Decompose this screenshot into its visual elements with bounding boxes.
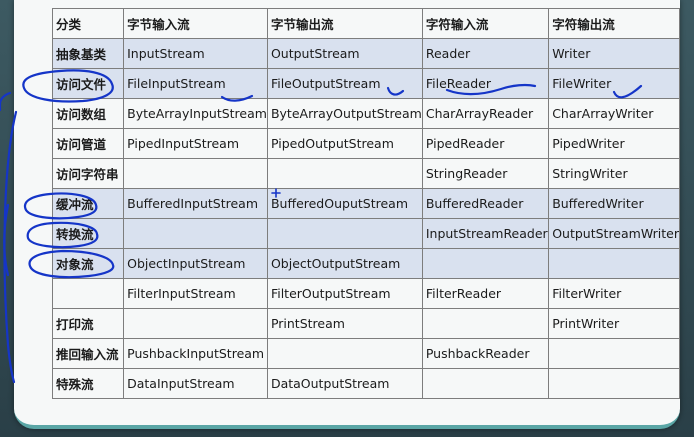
cell-char-input: Reader [421, 38, 550, 69]
cell-char-input: StringReader [421, 158, 550, 189]
cell-category: 访问管道 [51, 128, 125, 159]
cell-byte-output: PipedOutputStream [266, 128, 423, 159]
header-char-output: 字符输出流 [548, 8, 680, 39]
header-category: 分类 [51, 8, 125, 39]
cell-char-input [421, 368, 550, 399]
table-row: 访问数组 ByteArrayInputStream ByteArrayOutputS… [51, 98, 680, 129]
cell-category [51, 278, 125, 309]
cell-byte-output: ObjectOutputStream [266, 248, 423, 279]
cell-char-output: Writer [548, 38, 680, 69]
cell-char-output: StringWriter [548, 158, 680, 189]
cell-category: 转换流 [51, 218, 125, 249]
cell-byte-input [123, 158, 268, 189]
cell-byte-output: FileOutputStream [266, 68, 423, 99]
header-char-input: 字符输入流 [421, 8, 550, 39]
cell-byte-input: InputStream [123, 38, 268, 69]
cell-char-input: CharArrayReader [421, 98, 550, 129]
cell-char-input: PushbackReader [421, 338, 550, 369]
cell-byte-output: ByteArrayOutputStream [266, 98, 423, 129]
cell-char-output [548, 248, 680, 279]
table-row: 缓冲流 BufferedInputStream BufferedOuputStrea… [51, 188, 680, 219]
cell-category: 打印流 [51, 308, 125, 339]
cell-category: 抽象基类 [51, 38, 125, 69]
table-body: 抽象基类 InputStream OutputStream Reader Writer 访… [51, 38, 680, 399]
table-row: 推回输入流 PushbackInputStream PushbackReader [51, 338, 680, 369]
cell-byte-input: DataInputStream [123, 368, 268, 399]
cell-byte-output: PrintStream [266, 308, 423, 339]
cell-category: 访问数组 [51, 98, 125, 129]
cell-byte-output: DataOutputStream [266, 368, 423, 399]
cell-byte-input: PipedInputStream [123, 128, 268, 159]
cell-category: 缓冲流 [51, 188, 125, 219]
cell-category: 推回输入流 [51, 338, 125, 369]
cell-char-input [421, 308, 550, 339]
cell-char-output: PipedWriter [548, 128, 680, 159]
cell-char-output: PrintWriter [548, 308, 680, 339]
table-row: 打印流 PrintStream PrintWriter [51, 308, 680, 339]
slide: 分类 字节输入流 字节输出流 字符输入流 字符输出流 抽象基类 InputStre… [14, 0, 680, 429]
table-header-row: 分类 字节输入流 字节输出流 字符输入流 字符输出流 [51, 8, 680, 39]
cell-byte-output: OutputStream [266, 38, 423, 69]
table-row: 特殊流 DataInputStream DataOutputStream [51, 368, 680, 399]
cell-category: 访问字符串 [51, 158, 125, 189]
header-byte-output: 字节输出流 [266, 8, 423, 39]
cell-byte-input [123, 308, 268, 339]
cell-byte-output: BufferedOuputStream [266, 188, 423, 219]
cell-char-output: BufferedWriter [548, 188, 680, 219]
cell-char-input: FileReader [421, 68, 550, 99]
cell-char-output: CharArrayWriter [548, 98, 680, 129]
cell-category: 访问文件 [51, 68, 125, 99]
cell-char-input [421, 248, 550, 279]
cell-char-output: FileWriter [548, 68, 680, 99]
cell-char-input: FilterReader [421, 278, 550, 309]
table-row: FilterInputStream FilterOutputStream Filte… [51, 278, 680, 309]
io-stream-table: 分类 字节输入流 字节输出流 字符输入流 字符输出流 抽象基类 InputStre… [51, 8, 680, 399]
cell-category: 对象流 [51, 248, 125, 279]
table-row: 转换流 InputStreamReader OutputStreamWriter [51, 218, 680, 249]
cell-char-input: PipedReader [421, 128, 550, 159]
table-row: 访问管道 PipedInputStream PipedOutputStream Pip… [51, 128, 680, 159]
table-row: 访问字符串 StringReader StringWriter [51, 158, 680, 189]
table-row: 对象流 ObjectInputStream ObjectOutputStream [51, 248, 680, 279]
cell-byte-input: ByteArrayInputStream [123, 98, 268, 129]
cell-byte-input: ObjectInputStream [123, 248, 268, 279]
cell-byte-output [266, 158, 423, 189]
cell-char-output [548, 368, 680, 399]
cell-char-output: FilterWriter [548, 278, 680, 309]
cell-byte-output [266, 338, 423, 369]
cell-byte-output: FilterOutputStream [266, 278, 423, 309]
cell-char-output [548, 338, 680, 369]
header-byte-input: 字节输入流 [123, 8, 268, 39]
cell-byte-input: FileInputStream [123, 68, 268, 99]
cell-byte-input: FilterInputStream [123, 278, 268, 309]
table-row: 抽象基类 InputStream OutputStream Reader Writer [51, 38, 680, 69]
cell-byte-input: PushbackInputStream [123, 338, 268, 369]
table-row: 访问文件 FileInputStream FileOutputStream FileR… [51, 68, 680, 99]
cell-char-input: InputStreamReader [421, 218, 550, 249]
cell-category: 特殊流 [51, 368, 125, 399]
cell-byte-input: BufferedInputStream [123, 188, 268, 219]
cell-byte-output [266, 218, 423, 249]
cell-byte-input [123, 218, 268, 249]
cell-char-input: BufferedReader [421, 188, 550, 219]
cell-char-output: OutputStreamWriter [548, 218, 680, 249]
